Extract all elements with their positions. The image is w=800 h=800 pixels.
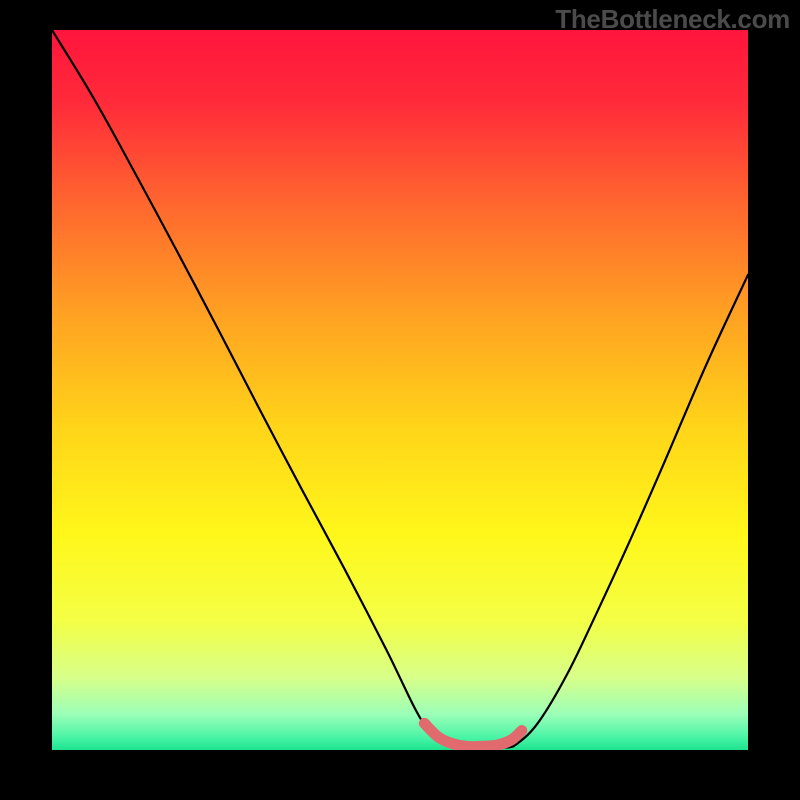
chart-frame: TheBottleneck.com bbox=[0, 0, 800, 800]
plot-outer bbox=[52, 30, 748, 750]
watermark-label: TheBottleneck.com bbox=[555, 4, 790, 35]
chart-background bbox=[52, 30, 748, 750]
chart-svg bbox=[52, 30, 748, 750]
